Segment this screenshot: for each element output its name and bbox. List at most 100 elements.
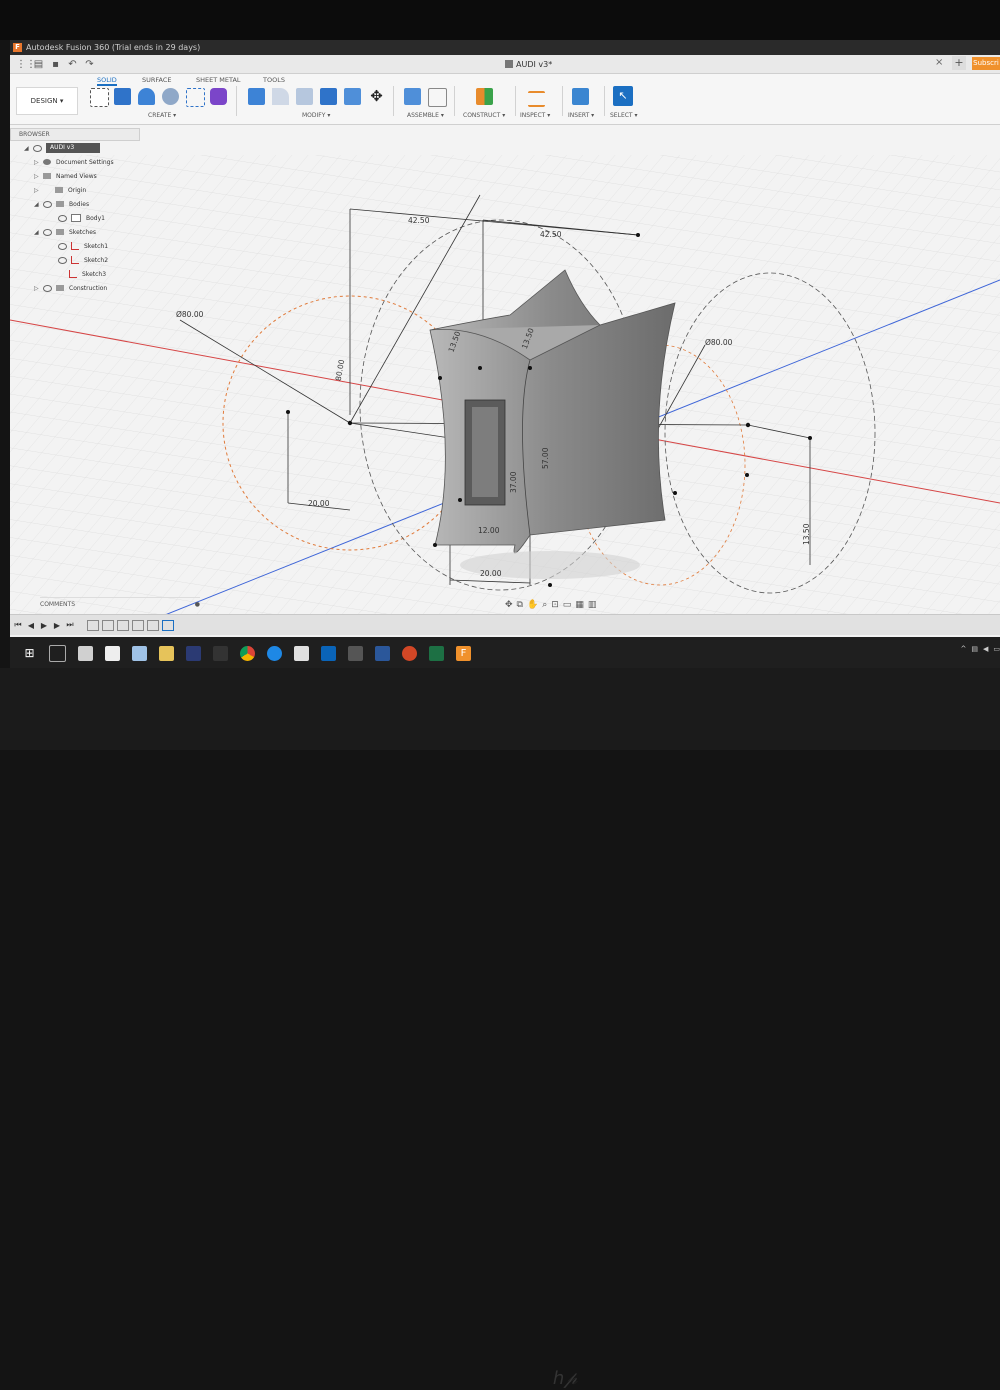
select-cursor-icon[interactable]: ↖ xyxy=(613,86,633,106)
terminal-icon[interactable] xyxy=(213,646,228,661)
tree-item-sketch1[interactable]: Sketch1 xyxy=(10,239,140,253)
dimension-label[interactable]: 13.50 xyxy=(802,523,811,545)
dimension-label[interactable]: 20.00 xyxy=(480,569,502,578)
dimension-label[interactable]: 42.50 xyxy=(540,230,562,239)
group-select[interactable]: SELECT ▾ xyxy=(610,112,638,119)
task-view-icon[interactable] xyxy=(49,645,66,662)
form-icon[interactable] xyxy=(210,88,227,105)
notification-icon[interactable]: ▭ xyxy=(993,645,1000,653)
comments-toggle-icon[interactable]: ● xyxy=(195,601,200,608)
pattern-icon[interactable] xyxy=(186,88,205,107)
tree-item-body1[interactable]: Body1 xyxy=(10,211,140,225)
timeline-feature-icon[interactable] xyxy=(102,619,114,631)
group-inspect[interactable]: INSPECT ▾ xyxy=(520,112,550,119)
timeline-play-icon[interactable]: ▶ xyxy=(39,621,49,630)
new-tab-button[interactable]: + xyxy=(952,56,966,70)
timeline-back-icon[interactable]: ◀ xyxy=(26,621,36,630)
file-explorer-icon[interactable] xyxy=(159,646,174,661)
tray-chevron-icon[interactable]: ^ xyxy=(960,645,966,653)
subscribe-button[interactable]: Subscri xyxy=(972,57,1000,70)
volume-icon[interactable]: ◀ xyxy=(983,645,988,653)
viewports-icon[interactable]: ▥ xyxy=(588,600,597,610)
outlook-icon[interactable] xyxy=(321,646,336,661)
excel-icon[interactable] xyxy=(429,646,444,661)
redo-icon[interactable]: ↷ xyxy=(84,59,95,70)
press-pull-icon[interactable] xyxy=(248,88,265,105)
timeline-feature-icon[interactable] xyxy=(117,619,129,631)
mail-icon[interactable] xyxy=(294,646,309,661)
timeline-feature-icon[interactable] xyxy=(162,619,174,631)
visibility-eye-icon[interactable] xyxy=(43,284,52,292)
timeline-feature-icon[interactable] xyxy=(132,619,144,631)
expand-right-icon[interactable]: ▷ xyxy=(34,173,40,180)
edge-icon[interactable] xyxy=(267,646,282,661)
tree-item-named-views[interactable]: ▷ Named Views xyxy=(10,169,140,183)
expand-right-icon[interactable]: ▷ xyxy=(34,159,40,166)
measure-icon[interactable] xyxy=(528,91,545,107)
expand-right-icon[interactable]: ▷ xyxy=(34,285,40,292)
file-icon[interactable]: ▤ xyxy=(33,59,44,70)
fillet-icon[interactable] xyxy=(272,88,289,105)
cv-live-icon[interactable] xyxy=(186,646,201,661)
pan-hand-icon[interactable]: ✋ xyxy=(527,600,538,610)
orbit-icon[interactable]: ✥ xyxy=(505,600,513,610)
expand-down-icon[interactable]: ◢ xyxy=(34,229,40,236)
shell-icon[interactable] xyxy=(320,88,337,105)
expand-down-icon[interactable]: ◢ xyxy=(24,145,30,152)
dimension-label[interactable]: 57.00 xyxy=(541,447,550,469)
workspace-switcher[interactable]: DESIGN ▾ xyxy=(16,87,78,115)
comments-panel[interactable]: COMMENTS ● xyxy=(40,597,200,610)
tree-item-construction[interactable]: ▷ Construction xyxy=(10,281,140,295)
photos-icon[interactable] xyxy=(132,646,147,661)
chamfer-icon[interactable] xyxy=(296,88,313,105)
tab-sheet-metal[interactable]: SHEET METAL xyxy=(196,76,241,84)
tree-item-sketch3[interactable]: Sketch3 xyxy=(10,267,140,281)
visibility-eye-icon[interactable] xyxy=(43,200,52,208)
notes-icon[interactable] xyxy=(105,646,120,661)
display-settings-icon[interactable]: ▭ xyxy=(563,600,572,610)
tree-item-sketch2[interactable]: Sketch2 xyxy=(10,253,140,267)
create-sketch-icon[interactable] xyxy=(90,88,109,107)
dimension-label[interactable]: Ø80.00 xyxy=(176,310,204,319)
app-icon[interactable] xyxy=(348,646,363,661)
fit-icon[interactable]: ⊡ xyxy=(551,600,559,610)
browser-header[interactable]: BROWSER xyxy=(10,128,140,141)
group-insert[interactable]: INSERT ▾ xyxy=(568,112,594,119)
save-icon[interactable]: ▪ xyxy=(50,59,61,70)
visibility-eye-icon[interactable] xyxy=(43,228,52,236)
visibility-eye-icon[interactable] xyxy=(58,242,67,250)
insert-image-icon[interactable] xyxy=(572,88,589,105)
fusion-taskbar-icon[interactable]: F xyxy=(456,646,471,661)
powerpoint-icon[interactable] xyxy=(402,646,417,661)
group-construct[interactable]: CONSTRUCT ▾ xyxy=(463,112,505,119)
timeline-end-icon[interactable]: ⏭ xyxy=(65,620,75,630)
visibility-eye-icon[interactable] xyxy=(58,214,67,222)
tab-tools[interactable]: TOOLS xyxy=(263,76,285,84)
tab-surface[interactable]: SURFACE xyxy=(142,76,172,84)
revolve-icon[interactable] xyxy=(138,88,155,105)
zoom-icon[interactable]: ⌕ xyxy=(542,600,547,610)
expand-down-icon[interactable]: ◢ xyxy=(34,201,40,208)
timeline-start-icon[interactable]: ⏮ xyxy=(13,620,23,630)
document-tab[interactable]: AUDI v3* xyxy=(505,57,552,71)
timeline-feature-icon[interactable] xyxy=(147,619,159,631)
joint-icon[interactable] xyxy=(428,88,447,107)
extrude-icon[interactable] xyxy=(114,88,131,105)
timeline-forward-icon[interactable]: ▶ xyxy=(52,621,62,630)
combine-icon[interactable] xyxy=(344,88,361,105)
group-create[interactable]: CREATE ▾ xyxy=(148,112,176,119)
tab-solid[interactable]: SOLID xyxy=(97,76,117,86)
sweep-icon[interactable] xyxy=(162,88,179,105)
tree-item-sketches[interactable]: ◢ Sketches xyxy=(10,225,140,239)
visibility-eye-icon[interactable] xyxy=(58,256,67,264)
undo-icon[interactable]: ↶ xyxy=(67,59,78,70)
dimension-label[interactable]: 12.00 xyxy=(478,526,500,535)
dimension-label[interactable]: 37.00 xyxy=(509,471,518,493)
grid-menu-icon[interactable]: ⋮⋮ xyxy=(16,59,36,70)
group-assemble[interactable]: ASSEMBLE ▾ xyxy=(407,112,444,119)
windows-start-icon[interactable]: ⊞ xyxy=(22,646,37,661)
timeline-feature-icon[interactable] xyxy=(87,619,99,631)
browser-root[interactable]: ◢ AUDI v3 xyxy=(10,141,140,155)
move-icon[interactable]: ✥ xyxy=(368,88,385,105)
look-at-icon[interactable]: ⧉ xyxy=(517,600,523,610)
